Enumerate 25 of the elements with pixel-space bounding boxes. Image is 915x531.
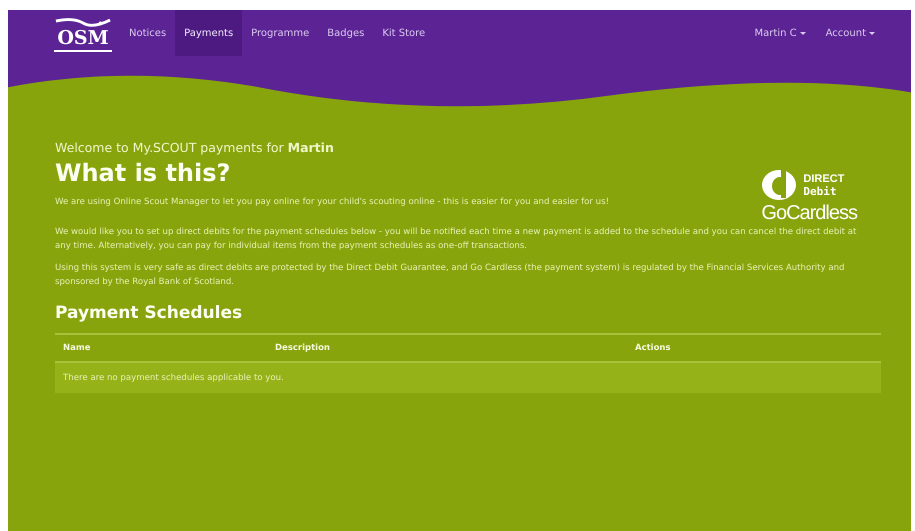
paragraph: We would like you to set up direct debits for the payment schedules below - you will be notified each time a new payment is added to the schedule and you can cancel the direct debit at any time. Alternatively, you can pay for individual items from the payment schedules as one-off transactions. [55, 226, 858, 253]
nav-link[interactable]: Payments [175, 10, 242, 56]
wave-icon [54, 16, 112, 28]
brand-name: GoCardless [761, 202, 857, 225]
logo-text: Debit [803, 184, 838, 198]
column-header: Description [275, 343, 331, 353]
caret-icon [869, 32, 875, 34]
page-title: What is this? [55, 159, 232, 187]
column-header: Actions [635, 343, 672, 353]
osm-logo[interactable]: OSM [54, 14, 112, 52]
nav-link[interactable]: Programme [242, 10, 318, 56]
paragraph: Using this system is very safe as direct debits are protected by the Direct Debit Guarantee, and Go Cardless (the payment system) is regulated by the Financial Services Authority and sponsored by the Royal Bank of Scotland. [55, 262, 846, 289]
welcome-text: Welcome to My.SCOUT payments for Martin [55, 140, 335, 155]
dropdown-link[interactable]: Account [812, 10, 881, 56]
empty-row: There are no payment schedules applicable to you. [55, 363, 881, 393]
logo-text: DIRECT [803, 172, 844, 184]
section-title: Payment Schedules [55, 303, 244, 323]
paragraph: We are using Online Scout Manager to let you pay online for your child's scouting online - this is easier for you and easier for us! [55, 196, 610, 209]
column-header: Name [63, 343, 92, 353]
nav-link[interactable]: Kit Store [373, 10, 434, 56]
nav-link[interactable]: Notices [120, 10, 176, 56]
dropdown-link[interactable]: Martin C [740, 10, 812, 56]
caret-icon [800, 32, 806, 34]
nav-link[interactable]: Badges [318, 10, 374, 56]
logo-text: OSM [57, 28, 109, 48]
